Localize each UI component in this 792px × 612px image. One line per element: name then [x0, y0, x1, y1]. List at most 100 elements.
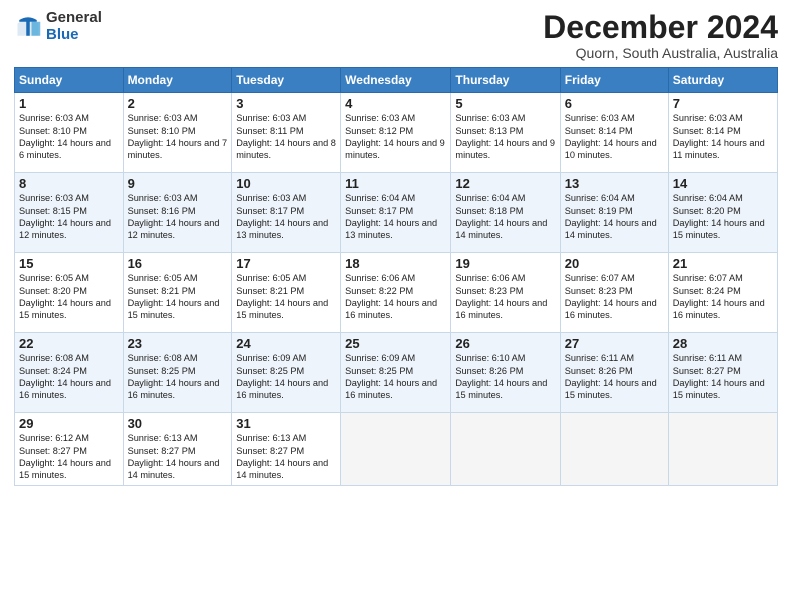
day-info: Sunrise: 6:05 AMSunset: 8:21 PMDaylight:… — [236, 273, 328, 320]
day-number: 24 — [236, 336, 336, 351]
calendar-cell: 1 Sunrise: 6:03 AMSunset: 8:10 PMDayligh… — [15, 93, 124, 173]
day-info: Sunrise: 6:12 AMSunset: 8:27 PMDaylight:… — [19, 433, 111, 480]
day-number: 3 — [236, 96, 336, 111]
day-info: Sunrise: 6:11 AMSunset: 8:27 PMDaylight:… — [673, 353, 765, 400]
calendar-day-header: Wednesday — [341, 68, 451, 93]
calendar-cell: 7 Sunrise: 6:03 AMSunset: 8:14 PMDayligh… — [668, 93, 777, 173]
calendar-cell: 11 Sunrise: 6:04 AMSunset: 8:17 PMDaylig… — [341, 173, 451, 253]
calendar-day-header: Tuesday — [232, 68, 341, 93]
calendar-day-header: Sunday — [15, 68, 124, 93]
logo-blue-text: Blue — [46, 27, 102, 44]
day-info: Sunrise: 6:10 AMSunset: 8:26 PMDaylight:… — [455, 353, 547, 400]
calendar-cell: 21 Sunrise: 6:07 AMSunset: 8:24 PMDaylig… — [668, 253, 777, 333]
calendar-day-header: Friday — [560, 68, 668, 93]
day-number: 19 — [455, 256, 555, 271]
header: General Blue December 2024 Quorn, South … — [14, 10, 778, 61]
calendar-cell: 18 Sunrise: 6:06 AMSunset: 8:22 PMDaylig… — [341, 253, 451, 333]
day-number: 14 — [673, 176, 773, 191]
subtitle: Quorn, South Australia, Australia — [543, 45, 778, 61]
day-number: 15 — [19, 256, 119, 271]
day-number: 20 — [565, 256, 664, 271]
day-info: Sunrise: 6:03 AMSunset: 8:13 PMDaylight:… — [455, 113, 555, 160]
day-info: Sunrise: 6:03 AMSunset: 8:12 PMDaylight:… — [345, 113, 445, 160]
calendar-cell: 31 Sunrise: 6:13 AMSunset: 8:27 PMDaylig… — [232, 413, 341, 486]
calendar-cell — [560, 413, 668, 486]
day-number: 13 — [565, 176, 664, 191]
day-info: Sunrise: 6:07 AMSunset: 8:24 PMDaylight:… — [673, 273, 765, 320]
calendar-cell: 26 Sunrise: 6:10 AMSunset: 8:26 PMDaylig… — [451, 333, 560, 413]
day-info: Sunrise: 6:08 AMSunset: 8:24 PMDaylight:… — [19, 353, 111, 400]
day-number: 28 — [673, 336, 773, 351]
day-info: Sunrise: 6:03 AMSunset: 8:16 PMDaylight:… — [128, 193, 220, 240]
calendar-cell: 15 Sunrise: 6:05 AMSunset: 8:20 PMDaylig… — [15, 253, 124, 333]
calendar-cell: 9 Sunrise: 6:03 AMSunset: 8:16 PMDayligh… — [123, 173, 232, 253]
calendar-cell: 20 Sunrise: 6:07 AMSunset: 8:23 PMDaylig… — [560, 253, 668, 333]
day-number: 16 — [128, 256, 228, 271]
day-info: Sunrise: 6:13 AMSunset: 8:27 PMDaylight:… — [236, 433, 328, 480]
day-info: Sunrise: 6:03 AMSunset: 8:11 PMDaylight:… — [236, 113, 336, 160]
day-info: Sunrise: 6:04 AMSunset: 8:17 PMDaylight:… — [345, 193, 437, 240]
day-info: Sunrise: 6:08 AMSunset: 8:25 PMDaylight:… — [128, 353, 220, 400]
calendar-cell: 8 Sunrise: 6:03 AMSunset: 8:15 PMDayligh… — [15, 173, 124, 253]
calendar-cell: 30 Sunrise: 6:13 AMSunset: 8:27 PMDaylig… — [123, 413, 232, 486]
calendar-week-row: 22 Sunrise: 6:08 AMSunset: 8:24 PMDaylig… — [15, 333, 778, 413]
day-number: 30 — [128, 416, 228, 431]
calendar-cell: 28 Sunrise: 6:11 AMSunset: 8:27 PMDaylig… — [668, 333, 777, 413]
day-number: 6 — [565, 96, 664, 111]
day-info: Sunrise: 6:06 AMSunset: 8:22 PMDaylight:… — [345, 273, 437, 320]
day-number: 4 — [345, 96, 446, 111]
calendar-cell — [451, 413, 560, 486]
calendar-header-row: SundayMondayTuesdayWednesdayThursdayFrid… — [15, 68, 778, 93]
day-info: Sunrise: 6:03 AMSunset: 8:15 PMDaylight:… — [19, 193, 111, 240]
calendar-week-row: 15 Sunrise: 6:05 AMSunset: 8:20 PMDaylig… — [15, 253, 778, 333]
day-number: 25 — [345, 336, 446, 351]
day-info: Sunrise: 6:03 AMSunset: 8:10 PMDaylight:… — [19, 113, 111, 160]
calendar-cell: 29 Sunrise: 6:12 AMSunset: 8:27 PMDaylig… — [15, 413, 124, 486]
day-info: Sunrise: 6:07 AMSunset: 8:23 PMDaylight:… — [565, 273, 657, 320]
calendar-week-row: 8 Sunrise: 6:03 AMSunset: 8:15 PMDayligh… — [15, 173, 778, 253]
calendar-cell: 27 Sunrise: 6:11 AMSunset: 8:26 PMDaylig… — [560, 333, 668, 413]
day-number: 9 — [128, 176, 228, 191]
day-number: 27 — [565, 336, 664, 351]
day-info: Sunrise: 6:04 AMSunset: 8:20 PMDaylight:… — [673, 193, 765, 240]
calendar-cell: 10 Sunrise: 6:03 AMSunset: 8:17 PMDaylig… — [232, 173, 341, 253]
calendar-cell: 2 Sunrise: 6:03 AMSunset: 8:10 PMDayligh… — [123, 93, 232, 173]
main-title: December 2024 — [543, 10, 778, 45]
day-number: 7 — [673, 96, 773, 111]
title-block: December 2024 Quorn, South Australia, Au… — [543, 10, 778, 61]
logo-text: General Blue — [46, 10, 102, 43]
calendar-cell: 13 Sunrise: 6:04 AMSunset: 8:19 PMDaylig… — [560, 173, 668, 253]
day-number: 17 — [236, 256, 336, 271]
day-number: 21 — [673, 256, 773, 271]
calendar-day-header: Saturday — [668, 68, 777, 93]
calendar-cell: 25 Sunrise: 6:09 AMSunset: 8:25 PMDaylig… — [341, 333, 451, 413]
calendar-cell: 16 Sunrise: 6:05 AMSunset: 8:21 PMDaylig… — [123, 253, 232, 333]
day-info: Sunrise: 6:13 AMSunset: 8:27 PMDaylight:… — [128, 433, 220, 480]
calendar: SundayMondayTuesdayWednesdayThursdayFrid… — [14, 67, 778, 486]
calendar-cell — [341, 413, 451, 486]
page: General Blue December 2024 Quorn, South … — [0, 0, 792, 612]
day-number: 8 — [19, 176, 119, 191]
logo-icon — [14, 13, 42, 41]
day-info: Sunrise: 6:05 AMSunset: 8:21 PMDaylight:… — [128, 273, 220, 320]
day-number: 10 — [236, 176, 336, 191]
calendar-cell: 22 Sunrise: 6:08 AMSunset: 8:24 PMDaylig… — [15, 333, 124, 413]
day-number: 31 — [236, 416, 336, 431]
day-number: 11 — [345, 176, 446, 191]
day-number: 5 — [455, 96, 555, 111]
day-info: Sunrise: 6:06 AMSunset: 8:23 PMDaylight:… — [455, 273, 547, 320]
calendar-cell: 3 Sunrise: 6:03 AMSunset: 8:11 PMDayligh… — [232, 93, 341, 173]
calendar-cell: 23 Sunrise: 6:08 AMSunset: 8:25 PMDaylig… — [123, 333, 232, 413]
calendar-cell: 17 Sunrise: 6:05 AMSunset: 8:21 PMDaylig… — [232, 253, 341, 333]
day-info: Sunrise: 6:03 AMSunset: 8:14 PMDaylight:… — [673, 113, 765, 160]
day-info: Sunrise: 6:03 AMSunset: 8:10 PMDaylight:… — [128, 113, 228, 160]
calendar-cell: 12 Sunrise: 6:04 AMSunset: 8:18 PMDaylig… — [451, 173, 560, 253]
day-number: 26 — [455, 336, 555, 351]
calendar-day-header: Monday — [123, 68, 232, 93]
calendar-cell: 4 Sunrise: 6:03 AMSunset: 8:12 PMDayligh… — [341, 93, 451, 173]
day-number: 18 — [345, 256, 446, 271]
day-number: 1 — [19, 96, 119, 111]
day-number: 22 — [19, 336, 119, 351]
logo: General Blue — [14, 10, 102, 43]
day-info: Sunrise: 6:03 AMSunset: 8:14 PMDaylight:… — [565, 113, 657, 160]
